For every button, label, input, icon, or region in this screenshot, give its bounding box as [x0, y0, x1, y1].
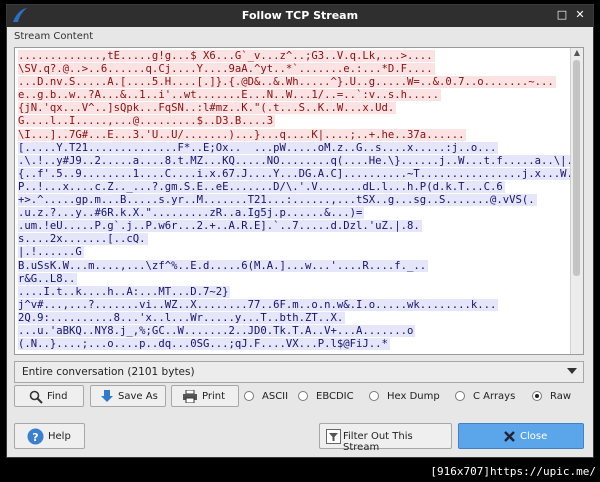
close-x-icon: [504, 431, 515, 442]
maximize-button[interactable]: □: [555, 8, 569, 22]
stream-line-text: r&G..L8..: [18, 272, 78, 285]
stream-line-text: |.!......G: [18, 246, 84, 259]
vertical-scrollbar[interactable]: ▲: [570, 48, 583, 354]
radio-circle-icon: [298, 391, 308, 401]
chevron-down-icon: [567, 368, 577, 374]
format-label-ascii: ASCII: [262, 391, 289, 402]
stream-content-text[interactable]: .............,tE.....g!g...$ X6...G`_v..…: [14, 47, 584, 355]
stream-line-text: +>.^.....gp.m...B.....s.yr..M.......T21.…: [18, 194, 537, 207]
server-stream-line: ...u.'aBKQ..NY8.j_,%;GC..W.......2..JD0.…: [18, 324, 572, 338]
printer-icon: [183, 390, 197, 403]
find-button-label: Find: [47, 391, 68, 402]
stream-line-text: ...D.nv.S.....A.[....5.H....[.]}.{.@D&..…: [18, 76, 556, 89]
window-title: Follow TCP Stream: [241, 9, 359, 22]
server-stream-line: (.N..}....;...o....p..dq...0SG...;qJ.F..…: [18, 338, 572, 351]
filter-icon: [326, 429, 341, 444]
client-stream-line: G....l..I.....,...@.........$..D3.B....3: [18, 115, 572, 128]
client-stream-line: \SV.q?.@..>..6......q.Cj....Y....9aA.^yt…: [18, 63, 572, 76]
client-stream-line: {jN.'qx...V^..]sQpk...FqSN..:l#mz..K."(.…: [18, 102, 572, 115]
stream-line-text: .\.!..y#J9..2.....a....8.t.MZ...KQ.....N…: [18, 154, 572, 167]
server-stream-line: r&G..L8..: [18, 272, 572, 286]
server-stream-line: .u.z.?...y..#6R.k.X.".........zR..a.Ig5j…: [18, 207, 572, 220]
stream-line-text: s....2x.......[..cQ.: [18, 233, 148, 246]
stream-line-text: .............,tE.....g!g...$ X6...G`_v..…: [18, 50, 435, 62]
conversation-select[interactable]: Entire conversation (2101 bytes): [14, 361, 584, 383]
print-button[interactable]: Print: [171, 385, 239, 407]
help-button[interactable]: ? Help: [14, 423, 85, 449]
client-stream-line: \I...]..7G#...E...3.'U..U/.......)...}..…: [18, 128, 572, 142]
server-stream-line: B.uSsK.W...m....,...\zf^%..E.d.....6(M.A…: [18, 259, 572, 273]
close-window-button[interactable]: ✕: [573, 8, 587, 22]
scrollbar-thumb[interactable]: [573, 60, 580, 276]
conversation-select-value: Entire conversation (2101 bytes): [22, 366, 195, 378]
server-stream-line: +>.^.....gp.m...B.....s.yr..M.......T21.…: [18, 194, 572, 207]
save-as-button-label: Save As: [118, 391, 158, 402]
help-icon: ?: [27, 428, 44, 445]
stream-line-text: {..f'.5..9........1....C....i.x.67.J....…: [18, 167, 572, 180]
client-stream-line: .............,tE.....g!g...$ X6...G`_v..…: [18, 50, 572, 63]
server-stream-line: s....2x.......[..cQ.: [18, 233, 572, 246]
title-bar: Follow TCP Stream □ ✕: [7, 5, 593, 27]
server-stream-line: P..!...x....c.Z.._...?.gm.S.E..eE.......…: [18, 180, 572, 194]
stream-content-label: Stream Content: [14, 31, 94, 42]
filter-out-stream-button[interactable]: Filter Out This Stream: [319, 423, 452, 453]
client-stream-line: e..g.b..w..?A...&..1..i'..wt.......E...N…: [18, 89, 572, 102]
close-button-label: Close: [520, 431, 548, 442]
server-stream-line: .\.!..y#J9..2.....a....8.t.MZ...KQ.....N…: [18, 154, 572, 168]
stream-lines: .............,tE.....g!g...$ X6...G`_v..…: [18, 50, 572, 351]
client-stream-line: ...D.nv.S.....A.[....5.H....[.]}.{.@D&..…: [18, 76, 572, 89]
print-button-label: Print: [202, 391, 226, 402]
download-icon: [101, 390, 113, 402]
radio-circle-icon: [244, 391, 254, 401]
stream-line-text: \I...]..7G#...E...3.'U..U/.......)...}..…: [18, 128, 467, 141]
find-button[interactable]: Find: [14, 385, 84, 407]
format-label-raw: Raw: [550, 391, 572, 402]
server-stream-line: [.....Y.T21..............F*..E;Ox.. ...p…: [18, 141, 572, 155]
svg-text:?: ?: [32, 431, 38, 444]
server-stream-line: .um.!eU.....P.g`.j..P.w6r...2.+..A.R.E].…: [18, 220, 572, 233]
stream-line-text: .um.!eU.....P.g`.j..P.w6r...2.+..A.R.E].…: [18, 220, 422, 233]
stream-line-text: G....l..I.....,...@.........$..D3.B....3: [18, 115, 276, 128]
format-label-hex-dump: Hex Dump: [387, 391, 440, 402]
stream-line-text: e..g.b..w..?A...&..1..i'..wt.......E...N…: [18, 89, 441, 102]
scroll-up-icon[interactable]: ▲: [573, 49, 581, 57]
stream-line-text: 2Q.9:..........8...'x..l...Wr.....y...T.…: [18, 311, 346, 324]
radio-circle-icon: [455, 391, 465, 401]
server-stream-line: ....I.t..k....h..A:...MT...D.7~2}: [18, 285, 572, 299]
magnifier-icon: [29, 390, 43, 404]
close-button[interactable]: Close: [458, 423, 584, 449]
server-stream-line: |.!......G: [18, 246, 572, 259]
stream-line-text: {jN.'qx...V^..]sQpk...FqSN..:l#mz..K."(.…: [18, 102, 397, 115]
save-as-button[interactable]: Save As: [90, 385, 166, 407]
image-host-watermark: [916x707]https://upic.me/: [430, 465, 596, 478]
follow-tcp-stream-window: Follow TCP Stream □ ✕ Stream Content ...…: [6, 4, 594, 458]
filter-out-stream-label: Filter Out This Stream: [343, 431, 413, 453]
server-stream-line: j^v#...,...?.......vi..WZ..X........77..…: [18, 298, 572, 312]
stream-line-text: \SV.q?.@..>..6......q.Cj....Y....9aA.^yt…: [18, 63, 435, 76]
server-stream-line: {..f'.5..9........1....C....i.x.67.J....…: [18, 167, 572, 181]
format-label-c-arrays: C Arrays: [473, 391, 516, 402]
help-button-label: Help: [48, 431, 71, 442]
stream-line-text: (.N..}....;...o....p..dq...0SG...;qJ.F..…: [18, 338, 390, 351]
stream-line-text: ....I.t..k....h..A:...MT...D.7~2}: [18, 285, 231, 298]
radio-circle-icon: [369, 391, 379, 401]
stream-line-text: P..!...x....c.Z.._...?.gm.S.E..eE.......…: [18, 180, 505, 193]
stream-line-text: j^v#...,...?.......vi..WZ..X........77..…: [18, 298, 499, 311]
format-label-ebcdic: EBCDIC: [316, 391, 354, 402]
stream-line-text: [.....Y.T21..............F*..E;Ox.. ...p…: [18, 141, 499, 154]
stream-line-text: .u.z.?...y..#6R.k.X.".........zR..a.Ig5j…: [18, 207, 365, 220]
stream-line-text: ...u.'aBKQ..NY8.j_,%;GC..W.......2..JD0.…: [18, 324, 416, 337]
radio-selected-icon: [532, 391, 542, 401]
stream-line-text: B.uSsK.W...m....,...\zf^%..E.d.....6(M.A…: [18, 259, 429, 272]
server-stream-line: 2Q.9:..........8...'x..l...Wr.....y...T.…: [18, 311, 572, 325]
